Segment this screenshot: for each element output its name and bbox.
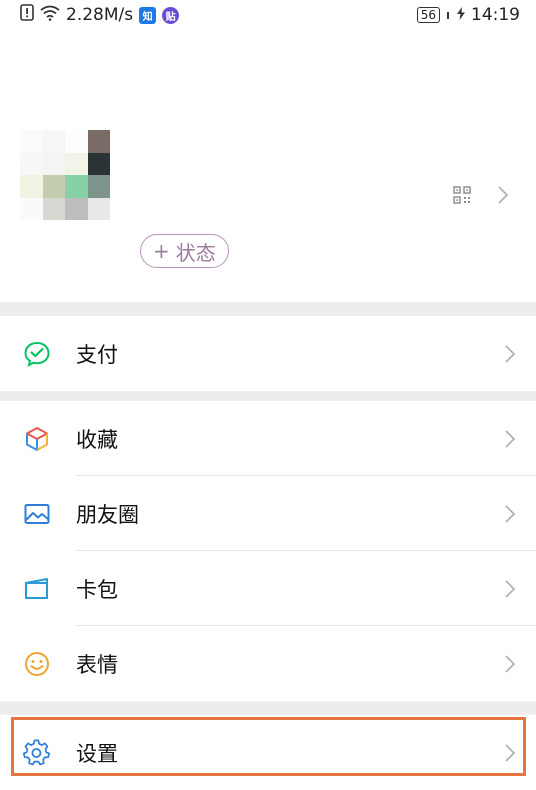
zhihu-app-icon: 知 — [139, 6, 157, 24]
profile-header[interactable]: + 状态 — [0, 30, 536, 302]
chevron-right-icon — [504, 504, 516, 524]
clock: 14:19 — [471, 5, 520, 25]
smiley-icon — [22, 649, 52, 679]
battery-indicator: 56 — [416, 7, 440, 23]
menu-item-settings-label: 设置 — [76, 741, 118, 766]
menu-item-cards[interactable]: 卡包 — [0, 551, 536, 626]
chevron-right-icon — [504, 654, 516, 674]
avatar[interactable] — [20, 130, 110, 220]
menu-item-moments[interactable]: 朋友圈 — [0, 476, 536, 551]
wechat-pay-icon — [22, 339, 52, 369]
card-wallet-icon — [22, 574, 52, 604]
gear-icon — [22, 738, 52, 768]
chevron-right-icon — [504, 429, 516, 449]
menu-item-pay[interactable]: 支付 — [0, 316, 536, 391]
chevron-right-icon — [504, 743, 516, 763]
qr-code-icon[interactable] — [453, 186, 471, 208]
menu-item-favorites[interactable]: 收藏 — [0, 401, 536, 476]
chevron-right-icon — [504, 344, 516, 364]
menu-group-settings: 设置 — [0, 715, 536, 790]
plus-icon: + — [153, 239, 170, 263]
chevron-right-icon — [504, 579, 516, 599]
network-speed: 2.28M/s — [66, 5, 134, 25]
cube-icon — [22, 424, 52, 454]
tieba-app-icon: 贴 — [162, 6, 180, 24]
menu-item-pay-label: 支付 — [76, 342, 118, 367]
menu-item-stickers-label: 表情 — [76, 652, 118, 677]
menu-group-main: 收藏 朋友圈 卡包 表情 — [0, 401, 536, 701]
qr-code-entry[interactable] — [453, 185, 509, 209]
menu-item-stickers[interactable]: 表情 — [0, 626, 536, 701]
menu-item-settings[interactable]: 设置 — [0, 715, 536, 790]
status-bar-right: 56 14:19 — [416, 5, 520, 25]
menu-item-moments-label: 朋友圈 — [76, 502, 139, 527]
status-bar-left: 2.28M/s 知 贴 — [20, 4, 180, 26]
image-icon — [22, 499, 52, 529]
charging-icon — [457, 5, 465, 25]
add-status-button[interactable]: + 状态 — [140, 234, 229, 268]
menu-group-pay: 支付 — [0, 316, 536, 391]
wifi-icon — [40, 5, 60, 26]
status-button-label: 状态 — [175, 240, 216, 265]
status-bar: 2.28M/s 知 贴 56 14:19 — [0, 0, 536, 30]
menu-item-cards-label: 卡包 — [76, 577, 118, 602]
notification-icon — [20, 4, 34, 26]
battery-level: 56 — [420, 7, 436, 22]
chevron-right-icon[interactable] — [497, 185, 509, 209]
battery-tip — [447, 11, 449, 19]
menu-item-favorites-label: 收藏 — [76, 427, 118, 452]
